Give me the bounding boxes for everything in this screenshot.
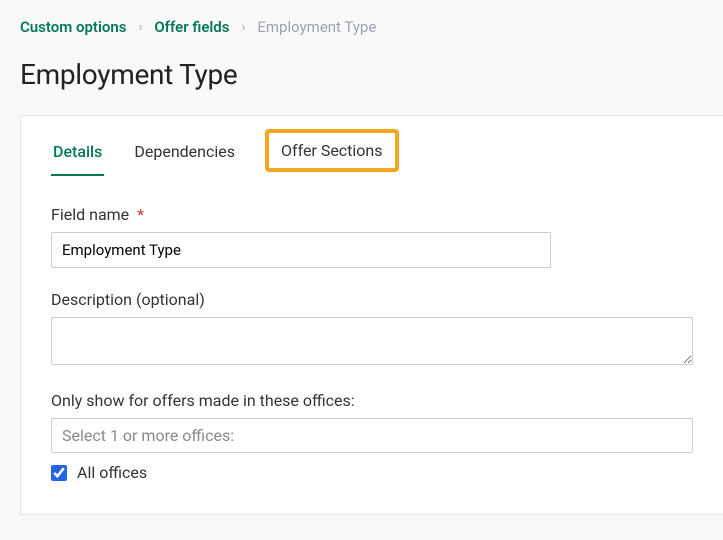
description-group: Description (optional) (51, 290, 693, 369)
offices-label: Only show for offers made in these offic… (51, 391, 693, 410)
field-name-label-text: Field name (51, 205, 129, 224)
main-card: Details Dependencies Offer Sections Fiel… (20, 115, 723, 515)
breadcrumb-current: Employment Type (257, 18, 376, 36)
description-input[interactable] (51, 317, 693, 365)
all-offices-label: All offices (77, 463, 147, 482)
field-name-input[interactable] (51, 232, 551, 268)
description-label: Description (optional) (51, 290, 693, 309)
tab-offer-sections[interactable]: Offer Sections (265, 129, 399, 172)
all-offices-checkbox[interactable] (51, 465, 67, 481)
field-name-label: Field name * (51, 205, 693, 224)
all-offices-row: All offices (51, 463, 693, 482)
page-title: Employment Type (0, 46, 723, 115)
breadcrumb-custom-options[interactable]: Custom options (20, 18, 126, 36)
chevron-right-icon: › (138, 20, 142, 35)
offices-multiselect[interactable]: Select 1 or more offices: (51, 418, 693, 453)
tab-details[interactable]: Details (51, 134, 104, 175)
tab-dependencies[interactable]: Dependencies (132, 134, 237, 175)
field-name-group: Field name * (51, 205, 693, 268)
required-star-icon: * (137, 205, 144, 224)
chevron-right-icon: › (241, 20, 245, 35)
breadcrumb: Custom options › Offer fields › Employme… (0, 0, 723, 46)
tab-bar: Details Dependencies Offer Sections (21, 116, 723, 175)
offices-group: Only show for offers made in these offic… (51, 391, 693, 482)
form-area: Field name * Description (optional) Only… (21, 175, 723, 514)
breadcrumb-offer-fields[interactable]: Offer fields (154, 18, 229, 36)
